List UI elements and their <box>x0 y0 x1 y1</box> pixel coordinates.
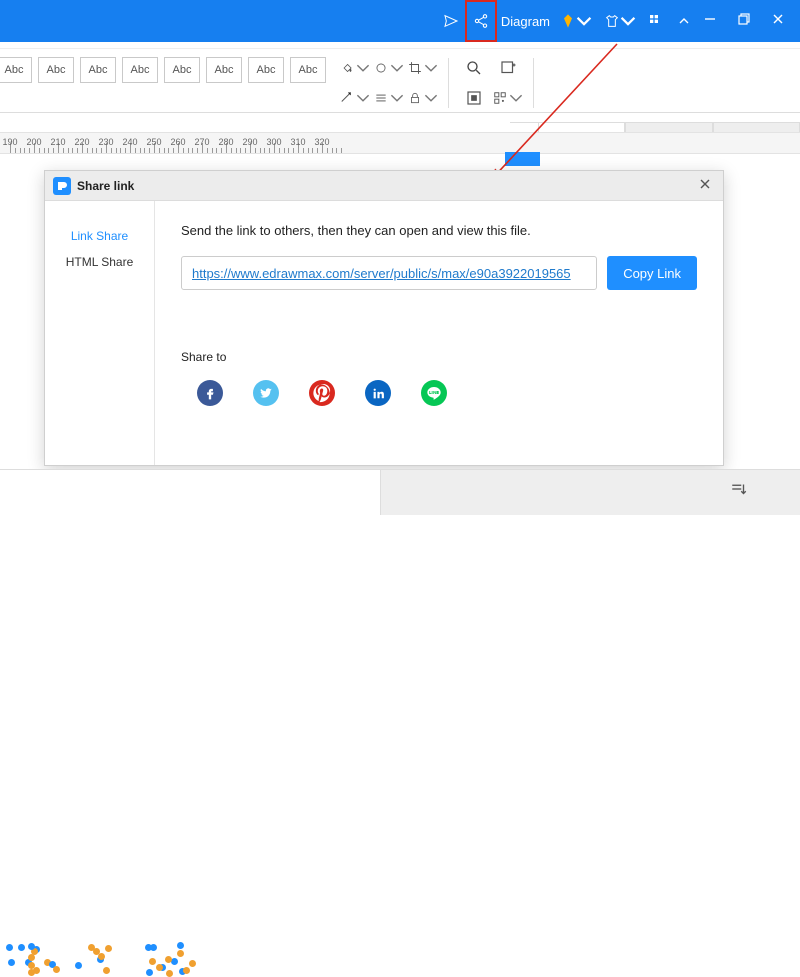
dialog-close-button[interactable] <box>695 173 715 199</box>
line-style-icon[interactable] <box>340 87 370 109</box>
apps-icon[interactable] <box>642 0 670 42</box>
shape-icon[interactable] <box>374 57 404 79</box>
insert-box-icon[interactable] <box>493 57 523 79</box>
line-icon[interactable] <box>421 380 447 406</box>
horizontal-ruler: 1902002102202302402502602702802903003103… <box>0 132 800 154</box>
dialog-title: Share link <box>77 179 134 193</box>
share-icon[interactable] <box>465 0 497 42</box>
pinterest-icon[interactable] <box>309 380 335 406</box>
share-instructions: Send the link to others, then they can o… <box>181 223 697 238</box>
maximize-icon[interactable] <box>738 12 750 30</box>
ribbon-toolbar: Abc Abc Abc Abc Abc Abc Abc Abc <box>0 48 800 113</box>
minimize-icon[interactable] <box>704 12 716 30</box>
component-icon[interactable] <box>493 87 523 109</box>
collapse-ribbon-icon[interactable] <box>670 0 698 42</box>
share-url-field[interactable]: https://www.edrawmax.com/server/public/s… <box>181 256 597 290</box>
titlebar: Diagram <box>0 0 800 42</box>
crop-icon[interactable] <box>408 57 438 79</box>
tshirt-icon[interactable] <box>598 0 642 42</box>
premium-icon[interactable] <box>554 0 598 42</box>
focus-icon[interactable] <box>459 87 489 109</box>
send-icon[interactable] <box>437 0 465 42</box>
fill-bucket-icon[interactable] <box>340 57 370 79</box>
linkedin-icon[interactable] <box>365 380 391 406</box>
share-to-label: Share to <box>181 350 697 364</box>
sidebar-item-link-share[interactable]: Link Share <box>45 223 154 249</box>
list-icon[interactable] <box>374 87 404 109</box>
facebook-icon[interactable] <box>197 380 223 406</box>
close-icon[interactable] <box>772 12 784 30</box>
selection-marker <box>505 152 540 166</box>
panel-toggle-icon[interactable] <box>730 480 748 503</box>
lock-icon[interactable] <box>408 87 438 109</box>
sidebar-item-html-share[interactable]: HTML Share <box>45 249 154 275</box>
copy-link-button[interactable]: Copy Link <box>607 256 697 290</box>
search-icon[interactable] <box>459 57 489 79</box>
share-link-dialog: Share link Link Share HTML Share Send th… <box>44 170 724 466</box>
diagram-label: Diagram <box>497 14 554 29</box>
app-logo-icon <box>53 177 71 195</box>
twitter-icon[interactable] <box>253 380 279 406</box>
